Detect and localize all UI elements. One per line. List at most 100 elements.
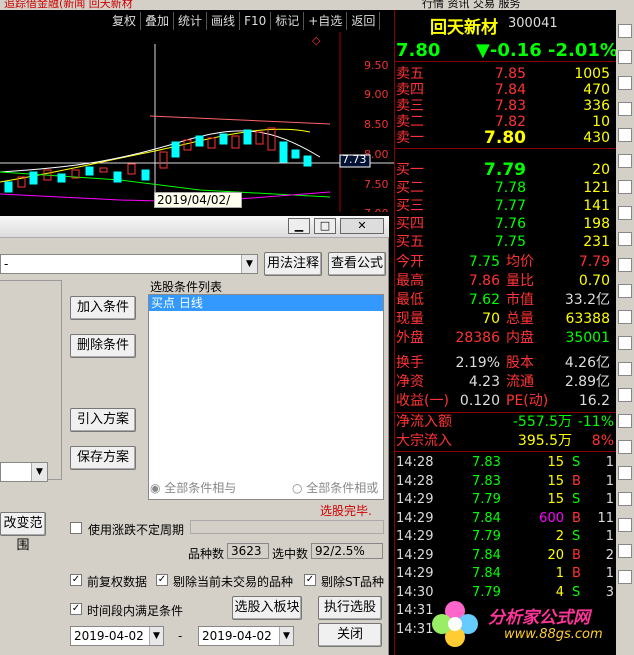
toolbar-icon[interactable] [618,388,632,402]
toolbar-icon[interactable] [618,284,632,298]
view-formula-button[interactable]: 查看公式 [328,252,386,276]
chevron-down-icon[interactable]: ▼ [279,627,293,645]
tick-vol: 20 [547,547,564,563]
toolbar-icon[interactable] [618,466,632,480]
top-menu[interactable]: 行情 资讯 交易 服务 [422,0,521,10]
toolbar-icon[interactable] [618,336,632,350]
sell-label: 卖三 [396,98,424,114]
tick-vol: 15 [547,473,564,489]
stock-code: 300041 [508,16,558,31]
toolbar-icon[interactable] [618,362,632,376]
save-plan-button[interactable]: 保存方案 [70,446,136,470]
date-from-value: 2019-04-02 [74,629,144,643]
buy-row[interactable]: 买五 7.75 231 [394,234,616,250]
list-item[interactable]: 买点 日线 [149,295,383,311]
buy-row[interactable]: 买二 7.78 121 [394,180,616,196]
condition-list[interactable]: 买点 日线 [148,294,384,500]
date-to-value: 2019-04-02 [202,629,272,643]
time-range-checkbox[interactable]: ✓ [70,603,82,615]
chevron-down-icon[interactable]: ▼ [31,463,47,481]
buy-row[interactable]: 买一 7.79 20 [394,162,616,179]
buy-row[interactable]: 买三 7.77 141 [394,198,616,214]
toolbar-icon[interactable] [618,76,632,90]
tick-row: 14:29 7.79 15 S 1 [394,491,616,509]
toolbar-icon[interactable] [618,440,632,454]
change-range-button[interactable]: 改变范围 [0,512,46,553]
run-select-button[interactable]: 执行选股 [318,596,382,620]
exclude-st-checkbox[interactable]: ✓ [304,574,316,586]
period-select[interactable]: ▼ [0,462,48,482]
buy-label: 买二 [396,180,424,196]
sell-row[interactable]: 卖四 7.84 470 [394,82,616,98]
stock-name: 回天新材 [430,18,498,38]
close-button[interactable]: 关闭 [318,623,382,647]
toolbar-btn[interactable]: 画线 [207,12,241,30]
stat-label: 总量 [506,311,534,327]
buy-vol: 231 [583,234,610,250]
minimize-icon[interactable]: ▁ [288,218,310,234]
add-condition-button[interactable]: 加入条件 [70,296,136,320]
price-change-pct: -2.01% [548,40,618,61]
delete-condition-button[interactable]: 删除条件 [70,334,136,358]
sell-vol: 470 [583,82,610,98]
sell-row[interactable]: 卖五 7.85 1005 [394,66,616,82]
toolbar-icon[interactable] [618,232,632,246]
date-from-input[interactable]: 2019-04-02 ▼ [70,626,164,646]
toolbar-btn[interactable]: 复权 [108,12,142,30]
stats-table: 今开 7.75 均价 7.79 最高 7.86 量比 0.70 最低 7.62 市值 33.2亿 现量 7… [394,254,616,414]
sell-row[interactable]: 卖一 7.80 430 [394,130,616,147]
buy-label: 买三 [396,198,424,214]
toolbar-btn[interactable]: F10 [240,12,272,30]
tick-vol: 600 [539,510,564,526]
candle [127,163,136,175]
toolbar-icon[interactable] [618,310,632,324]
usage-button[interactable]: 用法注释 [264,252,322,276]
dialog-titlebar[interactable]: ▁ □ ✕ [0,216,389,238]
toolbar-icon[interactable] [618,570,632,584]
tick-time: 14:29 [396,510,434,526]
chevron-down-icon[interactable]: ▼ [149,627,163,645]
import-plan-button[interactable]: 引入方案 [70,408,136,432]
adjusted-checkbox[interactable]: ✓ [70,574,82,586]
tick-side: B [572,510,581,526]
formula-select[interactable]: - ▼ [0,254,258,274]
toolbar-icon[interactable] [618,206,632,220]
stat-label: 今开 [396,254,424,270]
buy-label: 买一 [396,162,424,178]
toolbar-icon[interactable] [618,128,632,142]
stat-label: PE(动) [506,393,549,409]
period-checkbox[interactable] [70,522,82,534]
tick-time: 14:31 [396,621,434,637]
kline-chart[interactable]: 9.509.008.508.007.737.507.00 ◇ [0,32,394,212]
toolbar-icon[interactable] [618,414,632,428]
toolbar-btn[interactable]: 返回 [347,12,381,30]
toolbar-icon[interactable] [618,154,632,168]
stock-header: 回天新材 300041 [396,12,616,38]
toolbar-icon[interactable] [618,258,632,272]
stat-label: 最高 [396,273,424,289]
radio-and[interactable]: ◉ 全部条件相与 [150,479,236,496]
toolbar-icon[interactable] [618,24,632,38]
toolbar-icon[interactable] [618,180,632,194]
radio-or[interactable]: ○ 全部条件相或 [292,479,378,496]
buy-row[interactable]: 买四 7.76 198 [394,216,616,232]
tick-time: 14:29 [396,547,434,563]
toolbar-btn[interactable]: +自选 [304,12,348,30]
close-icon[interactable]: ✕ [340,218,384,234]
toolbar-icon[interactable] [618,544,632,558]
toolbar-btn[interactable]: 叠加 [141,12,175,30]
toolbar-btn[interactable]: 标记 [271,12,305,30]
sell-price: 7.84 [494,82,526,98]
date-to-input[interactable]: 2019-04-02 ▼ [198,626,294,646]
buy-vol: 198 [583,216,610,232]
toolbar-icon[interactable] [618,492,632,506]
toolbar-btn[interactable]: 统计 [174,12,208,30]
toolbar-icon[interactable] [618,102,632,116]
toolbar-icon[interactable] [618,518,632,532]
sell-row[interactable]: 卖三 7.83 336 [394,98,616,114]
chevron-down-icon[interactable]: ▼ [241,255,257,273]
exclude-untraded-checkbox[interactable]: ✓ [156,574,168,586]
toolbar-icon[interactable] [618,50,632,64]
maximize-icon[interactable]: □ [314,218,336,234]
to-block-button[interactable]: 选股入板块 [232,596,302,620]
